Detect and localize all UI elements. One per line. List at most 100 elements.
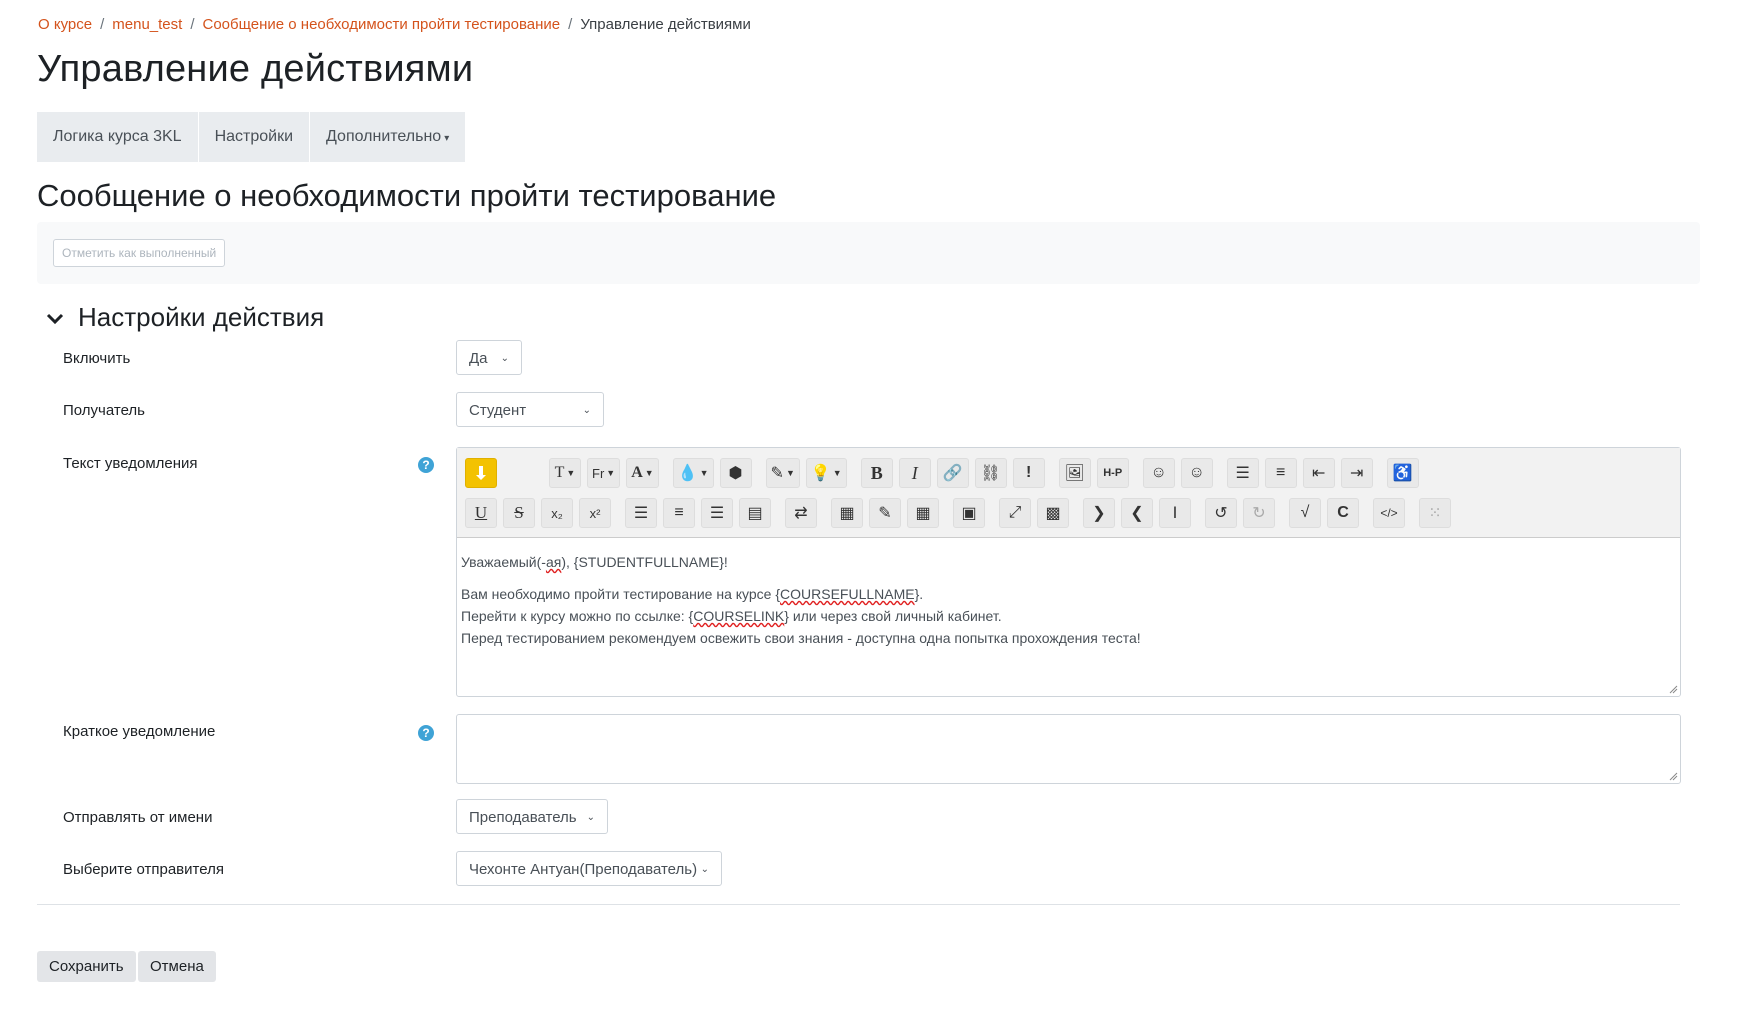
recipient-label: Получатель — [63, 402, 145, 419]
link-icon[interactable]: 🔗 — [936, 458, 969, 488]
resize-handle-icon[interactable] — [1668, 771, 1678, 781]
page-title: Управление действиями — [37, 48, 474, 90]
mark-complete-button[interactable]: Отметить как выполненный — [53, 239, 226, 267]
tab-more-label: Дополнительно — [326, 128, 442, 145]
calculator-icon[interactable]: ▦ — [831, 498, 863, 528]
secondary-nav: Логика курса 3KL Настройки Дополнительно… — [37, 112, 466, 162]
save-button[interactable]: Сохранить — [37, 951, 136, 982]
content-line-1: Уважаемый(-ая), {STUDENTFULLNAME}! — [461, 551, 1676, 573]
breadcrumb: О курсе / menu_test / Сообщение о необходимо… — [38, 16, 751, 33]
image-icon[interactable]: 🖼 — [1058, 458, 1091, 488]
edit-icon[interactable]: ✎ — [869, 498, 901, 528]
unordered-list-icon[interactable]: ☰ — [1226, 458, 1259, 488]
enable-select[interactable]: Да ⌄ — [456, 340, 522, 375]
chevron-down-icon: ⌄ — [500, 353, 509, 364]
math-icon[interactable]: √ — [1289, 498, 1321, 528]
section-header[interactable]: Настройки действия — [44, 302, 324, 333]
align-left-icon[interactable]: ☰ — [625, 498, 657, 528]
chemistry-icon[interactable]: C — [1327, 498, 1359, 528]
align-center-icon[interactable]: ≡ — [663, 498, 695, 528]
help-icon[interactable]: ? — [418, 725, 434, 741]
exclamation-icon[interactable]: ! — [1012, 458, 1045, 488]
chevron-left-icon[interactable]: ❮ — [1121, 498, 1153, 528]
indent-icon[interactable]: ⇥ — [1340, 458, 1373, 488]
table-icon[interactable]: ▦ — [907, 498, 939, 528]
italic-icon[interactable]: I — [898, 458, 931, 488]
editor-content[interactable]: Уважаемый(-ая), {STUDENTFULLNAME}! Вам н… — [461, 551, 1676, 649]
spellcheck-word: COURSEFULLNAME — [780, 586, 915, 602]
sup-glyph: x² — [589, 505, 601, 521]
cube-icon[interactable]: ⬢ — [719, 458, 752, 488]
chevron-right-icon[interactable]: ❯ — [1083, 498, 1115, 528]
content-line-4: Перед тестированием рекомендуем освежить… — [461, 630, 1141, 646]
recipient-value: Студент — [469, 402, 527, 419]
emoji-icon[interactable]: ☺ — [1142, 458, 1175, 488]
strike-glyph: S — [514, 503, 524, 522]
spellcheck-word: ая — [545, 554, 562, 570]
tab-settings[interactable]: Настройки — [199, 112, 311, 162]
help-icon[interactable]: ? — [418, 457, 434, 473]
outdent-icon[interactable]: ⇤ — [1302, 458, 1335, 488]
accessibility-icon[interactable]: ♿ — [1386, 458, 1419, 488]
undo-icon[interactable]: ↺ — [1205, 498, 1237, 528]
lightbulb-icon[interactable]: 💡 ▼ — [805, 458, 847, 488]
editor-toolbar: T ▼ Fr ▼ A ▼ 💧 ▼ ⬢ ✎ ▼ 💡 ▼ B I 🔗 ⛓ ! 🖼 H-P ☺ ☺… — [457, 448, 1680, 538]
chevron-down-icon: ▾ — [444, 133, 450, 144]
activity-title: Сообщение о необходимости пройти тестиро… — [37, 178, 777, 213]
font-size-glyph: T — [554, 464, 565, 481]
font-family-icon[interactable]: Fr ▼ — [587, 458, 621, 488]
media-icon[interactable]: ▩ — [1037, 498, 1069, 528]
chevron-down-icon[interactable] — [44, 307, 66, 329]
recipient-select[interactable]: Студент ⌄ — [456, 392, 604, 427]
cursor-icon[interactable]: Ⅰ — [1159, 498, 1191, 528]
font-color-icon[interactable]: A ▼ — [626, 458, 659, 488]
underline-icon[interactable]: U — [465, 498, 497, 528]
send-as-select[interactable]: Преподаватель ⌄ — [456, 799, 608, 834]
redo-icon[interactable]: ↻ — [1243, 498, 1275, 528]
embed-icon[interactable]: ▣ — [953, 498, 985, 528]
underline-glyph: U — [474, 503, 488, 522]
background-color-icon[interactable]: 💧 ▼ — [672, 458, 714, 488]
content-text: ), {STUDENTFULLNAME}! — [561, 554, 728, 570]
fullscreen-icon[interactable]: ⤢ — [999, 498, 1031, 528]
content-line-2: Вам необходимо пройти тестирование на ку… — [461, 583, 1676, 605]
notification-text-editor[interactable]: T ▼ Fr ▼ A ▼ 💧 ▼ ⬢ ✎ ▼ 💡 ▼ B I 🔗 ⛓ ! 🖼 H-P ☺ ☺… — [456, 447, 1681, 697]
divider — [37, 904, 1680, 905]
short-notification-textarea[interactable] — [456, 714, 1681, 784]
content-line-3: Перейти к курсу можно по ссылке: {COURSE… — [461, 605, 1676, 627]
tab-more[interactable]: Дополнительно ▾ — [310, 112, 465, 162]
bold-icon[interactable]: B — [860, 458, 893, 488]
breadcrumb-separator: / — [568, 16, 573, 33]
cancel-button[interactable]: Отмена — [138, 951, 216, 982]
strikethrough-icon[interactable]: S — [503, 498, 535, 528]
sender-select[interactable]: Чехонте Антуан(Преподаватель) ⌄ — [456, 851, 722, 886]
more-icon[interactable]: ⁙ — [1419, 498, 1451, 528]
align-justify-icon[interactable]: ▤ — [739, 498, 771, 528]
chevron-down-icon: ⌄ — [700, 864, 709, 875]
text-direction-icon[interactable]: ⇄ — [785, 498, 817, 528]
font-size-icon[interactable]: T ▼ — [549, 458, 581, 488]
html-icon[interactable]: </> — [1373, 498, 1405, 528]
ordered-list-icon[interactable]: ≡ — [1264, 458, 1297, 488]
content-text: }. — [914, 586, 924, 602]
resize-handle-icon[interactable] — [1668, 684, 1678, 694]
breadcrumb-separator: / — [190, 16, 195, 33]
breadcrumb-link-course[interactable]: О курсе — [38, 16, 92, 33]
toolbar-toggle-icon[interactable] — [465, 458, 497, 488]
tab-course-logic[interactable]: Логика курса 3KL — [37, 112, 199, 162]
sender-label: Выберите отправителя — [63, 861, 224, 878]
chevron-down-icon: ⌄ — [586, 812, 595, 823]
align-right-icon[interactable]: ☰ — [701, 498, 733, 528]
superscript-icon[interactable]: x² — [579, 498, 611, 528]
unlink-icon[interactable]: ⛓ — [974, 458, 1007, 488]
h5p-icon[interactable]: H-P — [1096, 458, 1129, 488]
breadcrumb-current: Управление действиями — [580, 16, 751, 33]
breadcrumb-link-menu-test[interactable]: menu_test — [112, 16, 182, 33]
subscript-icon[interactable]: x₂ — [541, 498, 573, 528]
short-notification-label: Краткое уведомление — [63, 723, 216, 740]
breadcrumb-link-activity[interactable]: Сообщение о необходимости пройти тестиро… — [202, 16, 560, 33]
styles-icon[interactable]: ✎ ▼ — [765, 458, 800, 488]
emoticon-icon[interactable]: ☺ — [1180, 458, 1213, 488]
font-color-glyph: A — [631, 464, 643, 481]
enable-label: Включить — [63, 350, 131, 367]
